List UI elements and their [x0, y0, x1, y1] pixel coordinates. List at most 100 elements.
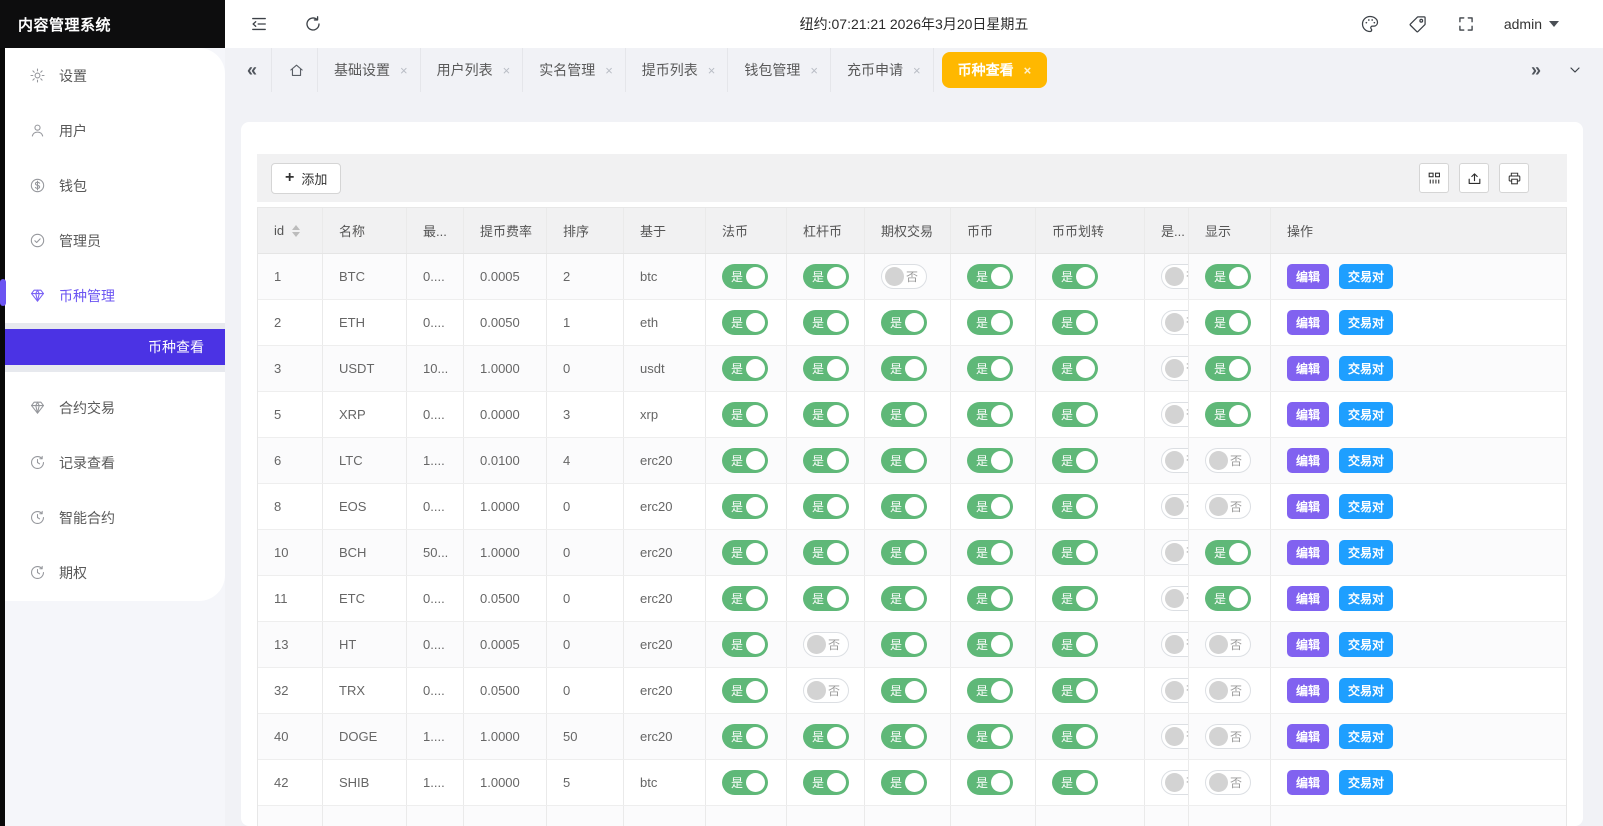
clipped-switch[interactable]: 否 — [1161, 540, 1189, 565]
trading-pair-button[interactable]: 交易对 — [1339, 356, 1393, 381]
tab-提币列表[interactable]: 提币列表× — [626, 48, 729, 92]
sidebar-item-期权[interactable]: 期权 — [5, 545, 225, 600]
edit-button[interactable]: 编辑 — [1287, 724, 1329, 749]
clipped-switch[interactable]: 否 — [1161, 494, 1189, 519]
trading-pair-button[interactable]: 交易对 — [1339, 586, 1393, 611]
coin_coin-switch[interactable]: 是 — [967, 586, 1013, 611]
display-switch[interactable]: 是 — [1205, 356, 1251, 381]
sidebar-item-币种查看[interactable]: 币种查看 — [5, 329, 225, 365]
fiat-switch[interactable]: 是 — [722, 632, 768, 657]
edit-button[interactable]: 编辑 — [1287, 448, 1329, 473]
display-switch[interactable]: 是 — [1205, 586, 1251, 611]
options_trading-switch[interactable]: 是 — [881, 310, 927, 335]
coin_coin-switch[interactable]: 是 — [967, 402, 1013, 427]
fiat-switch[interactable]: 是 — [722, 310, 768, 335]
fiat-switch[interactable]: 是 — [722, 678, 768, 703]
tab-close-icon[interactable]: × — [810, 63, 818, 78]
options_trading-switch[interactable]: 是 — [881, 724, 927, 749]
tab-close-icon[interactable]: × — [605, 63, 613, 78]
export-icon[interactable] — [1459, 163, 1489, 193]
display-switch[interactable]: 否 — [1205, 770, 1251, 795]
tab-close-icon[interactable]: × — [708, 63, 716, 78]
tab-基础设置[interactable]: 基础设置× — [318, 48, 421, 92]
trading-pair-button[interactable]: 交易对 — [1339, 678, 1393, 703]
display-switch[interactable]: 否 — [1205, 724, 1251, 749]
leverage-switch[interactable]: 否 — [803, 678, 849, 703]
fiat-switch[interactable]: 是 — [722, 586, 768, 611]
leverage-switch[interactable]: 是 — [803, 356, 849, 381]
coin_coin-switch[interactable]: 是 — [967, 356, 1013, 381]
clipped-switch[interactable]: 否 — [1161, 632, 1189, 657]
tab-close-icon[interactable]: × — [1024, 63, 1032, 78]
sidebar-item-管理员[interactable]: 管理员 — [5, 213, 225, 268]
options_trading-switch[interactable]: 否 — [881, 264, 927, 289]
coin_coin-switch[interactable]: 是 — [967, 448, 1013, 473]
palette-icon[interactable] — [1360, 14, 1380, 34]
coin_transfer-switch[interactable]: 是 — [1052, 540, 1098, 565]
leverage-switch[interactable]: 是 — [803, 448, 849, 473]
home-tab[interactable] — [271, 48, 318, 92]
clipped-switch[interactable]: 否 — [1161, 356, 1189, 381]
coin_transfer-switch[interactable]: 是 — [1052, 310, 1098, 335]
tabs-scroll-left-icon[interactable]: « — [247, 60, 257, 81]
coin_coin-switch[interactable]: 是 — [967, 678, 1013, 703]
tab-币种查看[interactable]: 币种查看× — [942, 52, 1048, 88]
edit-button[interactable]: 编辑 — [1287, 356, 1329, 381]
print-icon[interactable] — [1499, 163, 1529, 193]
options_trading-switch[interactable]: 是 — [881, 402, 927, 427]
coin_coin-switch[interactable]: 是 — [967, 724, 1013, 749]
tab-钱包管理[interactable]: 钱包管理× — [728, 48, 831, 92]
trading-pair-button[interactable]: 交易对 — [1339, 540, 1393, 565]
trading-pair-button[interactable]: 交易对 — [1339, 724, 1393, 749]
options_trading-switch[interactable]: 是 — [881, 356, 927, 381]
clipped-switch[interactable]: 否 — [1161, 402, 1189, 427]
add-button[interactable]: + 添加 — [271, 163, 341, 194]
tab-close-icon[interactable]: × — [400, 63, 408, 78]
clipped-switch[interactable]: 否 — [1161, 310, 1189, 335]
display-switch[interactable]: 是 — [1205, 540, 1251, 565]
clipped-switch[interactable]: 否 — [1161, 586, 1189, 611]
columns-icon[interactable] — [1419, 163, 1449, 193]
clipped-switch[interactable]: 否 — [1161, 264, 1189, 289]
sidebar-item-用户[interactable]: 用户 — [5, 103, 225, 158]
tab-充币申请[interactable]: 充币申请× — [831, 48, 934, 92]
fiat-switch[interactable]: 是 — [722, 356, 768, 381]
trading-pair-button[interactable]: 交易对 — [1339, 770, 1393, 795]
display-switch[interactable]: 是 — [1205, 402, 1251, 427]
leverage-switch[interactable]: 是 — [803, 310, 849, 335]
fiat-switch[interactable]: 是 — [722, 494, 768, 519]
edit-button[interactable]: 编辑 — [1287, 586, 1329, 611]
tab-close-icon[interactable]: × — [503, 63, 511, 78]
coin_transfer-switch[interactable]: 是 — [1052, 678, 1098, 703]
sidebar-item-智能合约[interactable]: 智能合约 — [5, 490, 225, 545]
leverage-switch[interactable]: 是 — [803, 770, 849, 795]
edit-button[interactable]: 编辑 — [1287, 264, 1329, 289]
clipped-switch[interactable]: 否 — [1161, 448, 1189, 473]
coin_transfer-switch[interactable]: 是 — [1052, 770, 1098, 795]
coin_transfer-switch[interactable]: 是 — [1052, 402, 1098, 427]
options_trading-switch[interactable]: 是 — [881, 448, 927, 473]
sidebar-item-设置[interactable]: 设置 — [5, 48, 225, 103]
tab-close-icon[interactable]: × — [913, 63, 921, 78]
sidebar-item-币种管理[interactable]: 币种管理 — [5, 268, 225, 323]
coin_coin-switch[interactable]: 是 — [967, 540, 1013, 565]
coin_coin-switch[interactable]: 是 — [967, 264, 1013, 289]
leverage-switch[interactable]: 是 — [803, 402, 849, 427]
display-switch[interactable]: 否 — [1205, 678, 1251, 703]
sidebar-item-钱包[interactable]: 钱包 — [5, 158, 225, 213]
display-switch[interactable]: 否 — [1205, 494, 1251, 519]
sort-icon[interactable] — [292, 225, 300, 237]
edit-button[interactable]: 编辑 — [1287, 678, 1329, 703]
user-menu[interactable]: admin — [1504, 16, 1559, 32]
trading-pair-button[interactable]: 交易对 — [1339, 632, 1393, 657]
tabs-dropdown-icon[interactable] — [1567, 62, 1583, 78]
fiat-switch[interactable]: 是 — [722, 770, 768, 795]
coin_transfer-switch[interactable]: 是 — [1052, 632, 1098, 657]
collapse-sidebar-icon[interactable] — [249, 14, 269, 34]
leverage-switch[interactable]: 是 — [803, 724, 849, 749]
display-switch[interactable]: 是 — [1205, 264, 1251, 289]
trading-pair-button[interactable]: 交易对 — [1339, 448, 1393, 473]
fiat-switch[interactable]: 是 — [722, 540, 768, 565]
options_trading-switch[interactable]: 是 — [881, 770, 927, 795]
edit-button[interactable]: 编辑 — [1287, 310, 1329, 335]
